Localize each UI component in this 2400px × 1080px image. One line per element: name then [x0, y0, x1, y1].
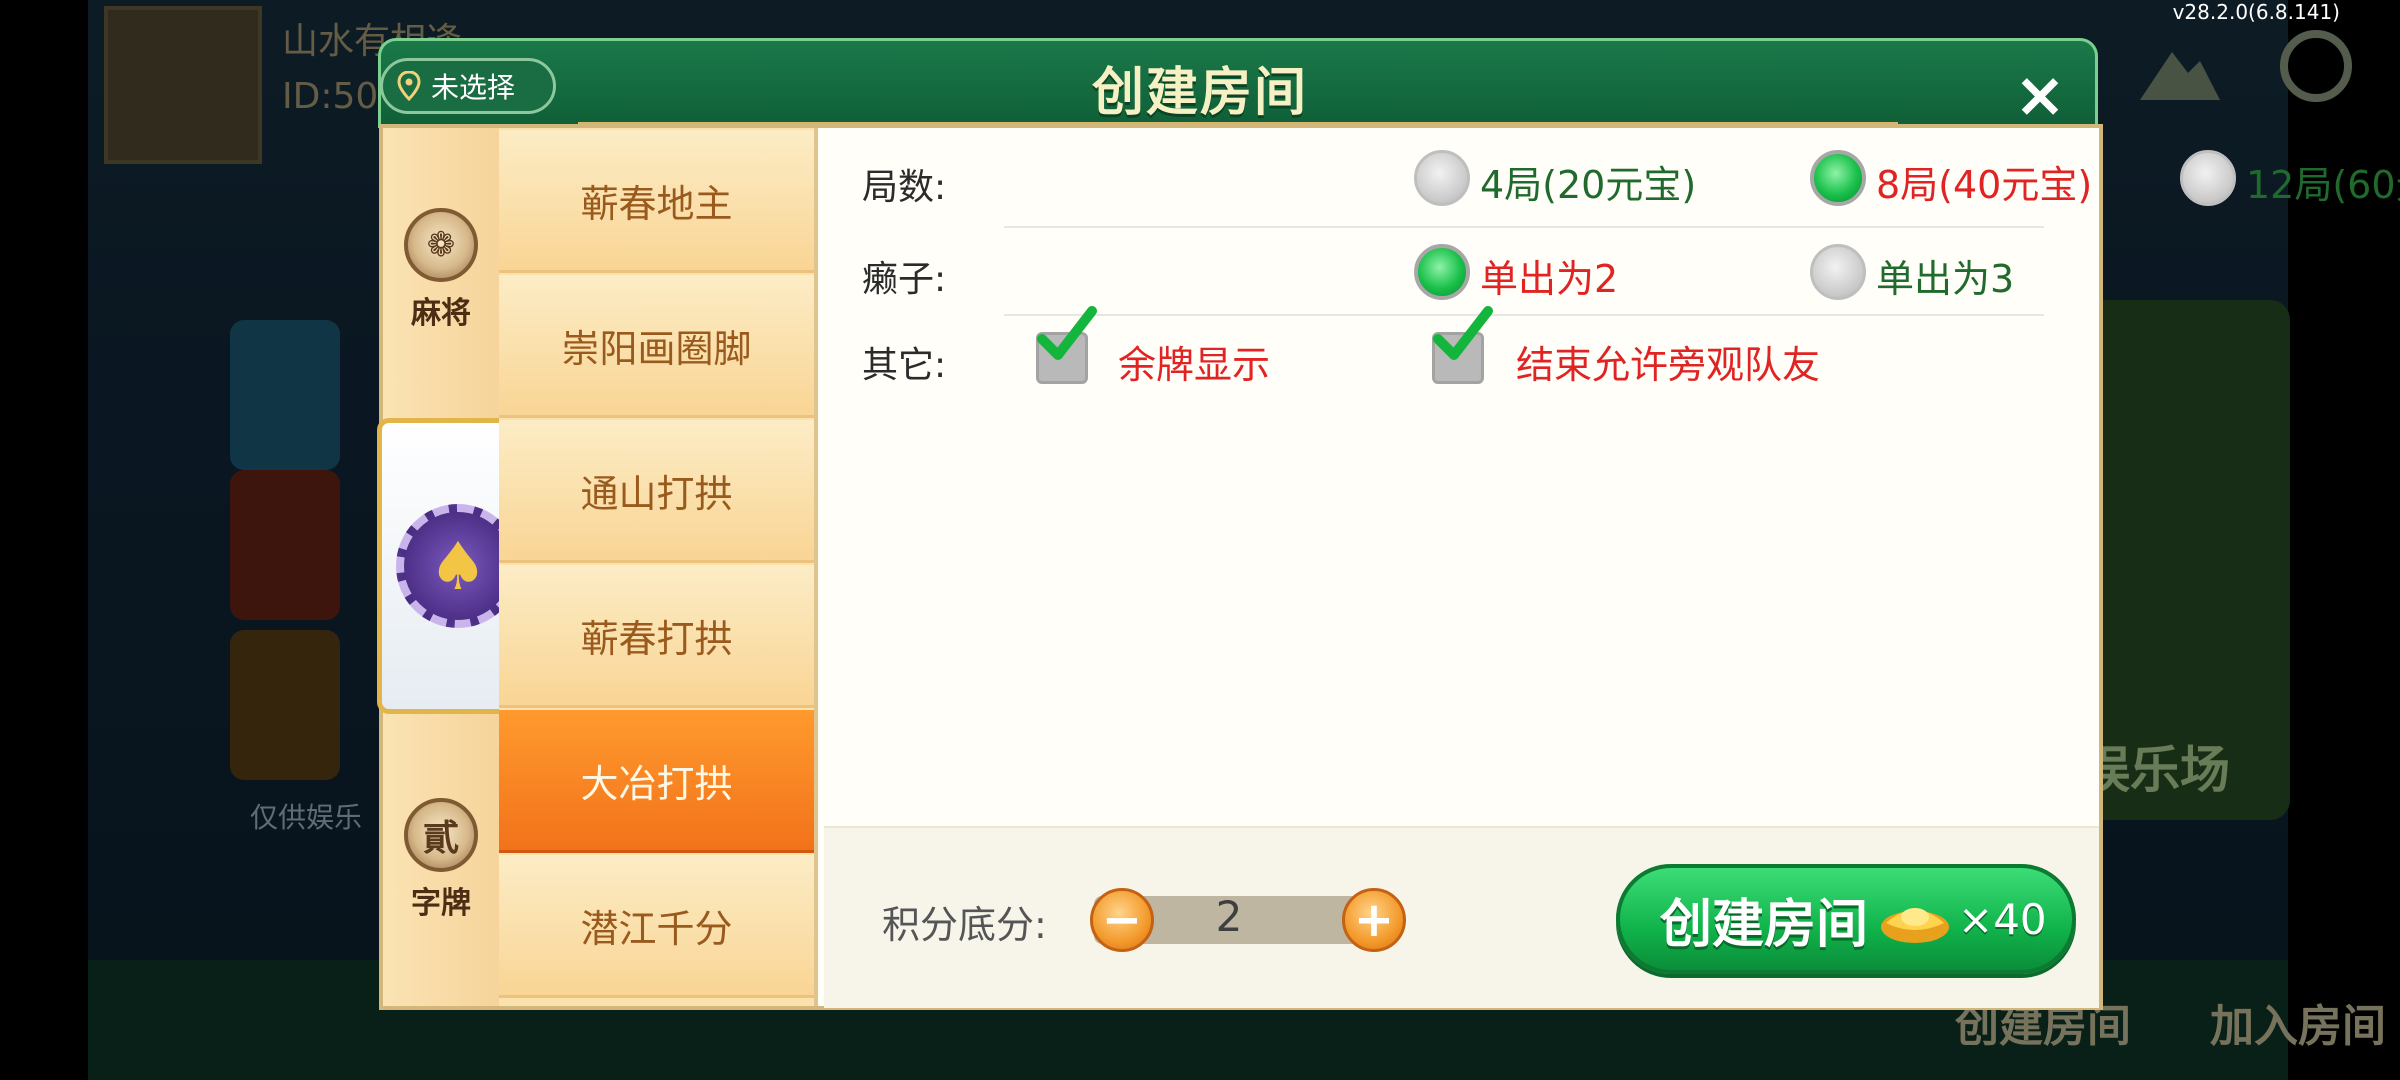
score-increase-button[interactable]: + [1342, 888, 1406, 952]
remaining-cards-checkbox[interactable] [1036, 332, 1088, 384]
create-room-cost: ×40 [1958, 894, 2047, 944]
category-zipai[interactable]: 貳 字牌 [383, 798, 499, 922]
game-list: 蕲春地主 崇阳画圈脚 通山打拱 蕲春打拱 大冶打拱 潜江千分 [499, 128, 818, 1006]
game-item-qichun-dagong[interactable]: 蕲春打拱 [499, 565, 814, 708]
score-decrease-button[interactable]: − [1090, 888, 1154, 952]
lobby-notice: 仅供娱乐 [250, 801, 363, 834]
plus-icon: + [1353, 892, 1395, 948]
lobby-join-room: 加入房间 [2210, 1001, 2386, 1052]
remaining-cards-text[interactable]: 余牌显示 [1118, 334, 1270, 389]
rounds-option-8-text[interactable]: 8局(40元宝) [1876, 154, 2092, 209]
category-mahjong[interactable]: ❁ 麻将 [383, 208, 499, 332]
rounds-label: 局数: [862, 167, 947, 208]
allow-spectate-text[interactable]: 结束允许旁观队友 [1516, 334, 1820, 389]
zipai-icon: 貳 [404, 798, 478, 872]
row-divider [1004, 314, 2044, 316]
location-pin-icon [397, 70, 421, 102]
lobby-game-tile [230, 320, 340, 470]
game-item-tongshan-dagong[interactable]: 通山打拱 [499, 420, 814, 563]
rounds-option-12-text[interactable]: 12局(60元宝) [2246, 154, 2400, 209]
lobby-game-tile [230, 470, 340, 620]
game-item-qichun-dizhu[interactable]: 蕲春地主 [499, 130, 814, 273]
mahjong-flower-icon: ❁ [404, 208, 478, 282]
laizi-option-2-text[interactable]: 单出为2 [1480, 248, 1618, 303]
dialog-footer: 积分底分: 2 − + 创建房间 ×40 [824, 826, 2099, 1008]
version-label: v28.2.0(6.8.141) [2172, 0, 2340, 24]
rounds-option-4-radio[interactable] [1414, 150, 1470, 206]
location-button[interactable]: 未选择 [380, 58, 556, 114]
create-room-label: 创建房间 [1660, 894, 1869, 955]
game-item-daye-dagong[interactable]: 大冶打拱 [499, 710, 814, 853]
row-divider [1004, 226, 2044, 228]
game-item-chongyang[interactable]: 崇阳画圈脚 [499, 275, 814, 418]
allow-spectate-checkbox[interactable] [1432, 332, 1484, 384]
rounds-option-8-radio[interactable] [1810, 150, 1866, 206]
category-label: 麻将 [411, 296, 471, 331]
rounds-option-4-text[interactable]: 4局(20元宝) [1480, 154, 1696, 209]
game-item-qianjiang-qianfen[interactable]: 潜江千分 [499, 855, 814, 998]
lobby-game-tile [230, 630, 340, 780]
score-label: 积分底分: [882, 903, 1047, 947]
gold-ingot-icon [1878, 893, 1952, 945]
laizi-option-3-text[interactable]: 单出为3 [1876, 248, 2014, 303]
create-room-button[interactable]: 创建房间 ×40 [1616, 864, 2076, 974]
category-label: 字牌 [411, 886, 471, 921]
location-label: 未选择 [431, 71, 516, 104]
minus-icon: − [1101, 892, 1143, 948]
laizi-label: 癞子: [862, 259, 947, 300]
laizi-option-2-radio[interactable] [1414, 244, 1470, 300]
close-icon: × [2014, 57, 2066, 131]
lobby-right-panel-label: 娱乐场 [2080, 741, 2230, 799]
other-label: 其它: [862, 345, 947, 386]
laizi-option-3-radio[interactable] [1810, 244, 1866, 300]
close-button[interactable]: × [2000, 54, 2080, 134]
rounds-option-12-radio[interactable] [2180, 150, 2236, 206]
